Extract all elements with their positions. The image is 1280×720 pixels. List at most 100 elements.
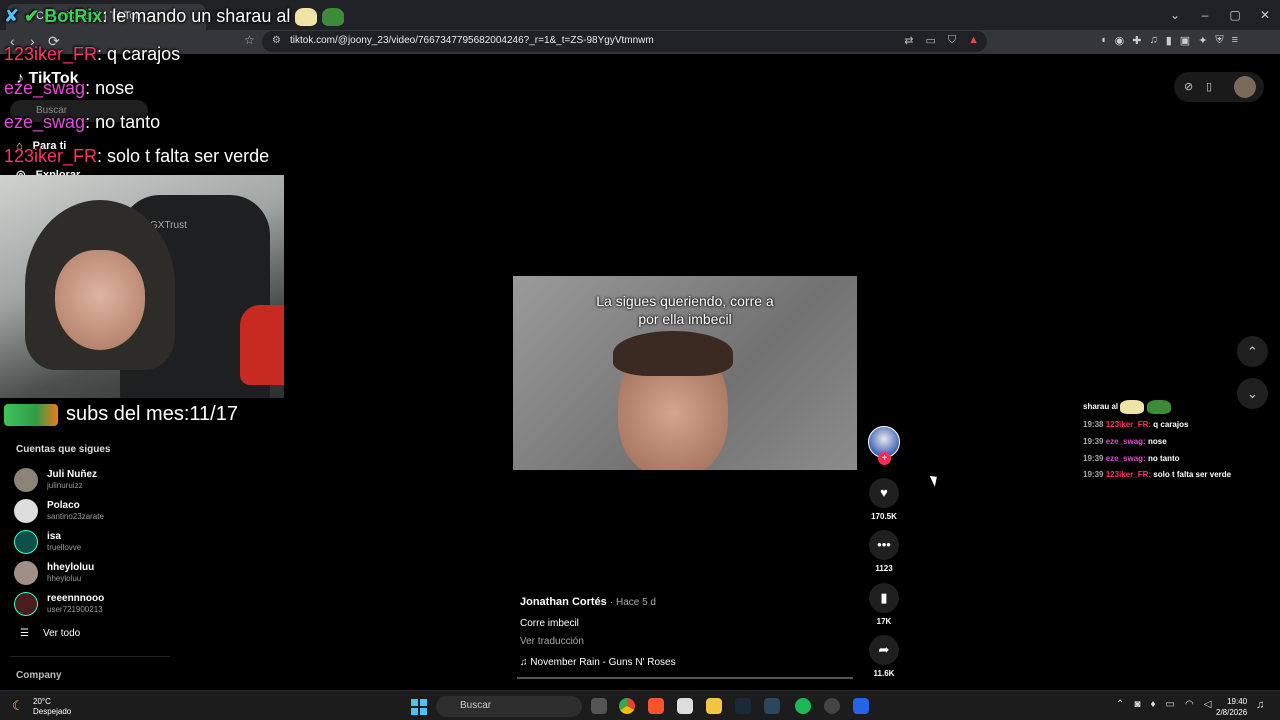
bookmark-icon: ▮ — [869, 583, 899, 613]
comment-count: 1123 — [875, 564, 893, 573]
spotify-icon[interactable] — [795, 698, 811, 714]
account-name: reeennnooo — [47, 593, 105, 604]
rewards-icon[interactable]: ▲ — [968, 34, 979, 47]
task-view-icon[interactable] — [591, 698, 607, 714]
save-button[interactable]: ▮ 17K — [866, 583, 902, 626]
account-handle: santino23zarate — [47, 512, 104, 521]
chrome-icon[interactable] — [619, 698, 635, 714]
close-button[interactable]: ✕ — [1250, 0, 1280, 30]
account-handle: truellovve — [47, 543, 82, 552]
video-progress-bar[interactable] — [517, 677, 853, 679]
share-button[interactable]: ➦ 11.6K — [866, 635, 902, 678]
top-right-toolbar: ⊘ ▯ — [1174, 72, 1264, 102]
monitor-icon[interactable]: ▭ — [1166, 699, 1175, 710]
company-link[interactable]: Company — [16, 670, 62, 681]
network-icon[interactable]: ◠ — [1185, 699, 1194, 710]
compass-icon[interactable]: ⊘ — [1184, 80, 1193, 93]
emote-icon — [295, 8, 318, 27]
sidebar-icon[interactable]: ▮ — [1166, 34, 1172, 47]
chat-time: 19:39 — [1083, 454, 1104, 463]
webcam-feed: GXTrust — [0, 175, 284, 398]
steam-alt-icon[interactable] — [764, 698, 780, 714]
overlay-chat-line: eze_swag: no tanto — [4, 112, 160, 133]
chat-message: : le mando un sharau al — [102, 6, 291, 26]
chat-message: no tanto — [1147, 454, 1180, 463]
side-chat-header: sharau al — [1083, 400, 1171, 414]
chat-username: 123iker_FR: — [1105, 420, 1152, 429]
puzzle-icon[interactable]: ✚ — [1132, 34, 1141, 47]
clock-time: 19:40 — [1227, 697, 1248, 706]
bell-icon[interactable]: ♫ — [1256, 699, 1264, 711]
app-icon[interactable] — [853, 698, 869, 714]
vpn-icon[interactable]: ⛨ — [1215, 34, 1223, 47]
verified-icon: ✔ — [24, 6, 40, 26]
wallet-icon[interactable]: ▣ — [1180, 34, 1190, 47]
audio-icon[interactable]: ◖ — [1100, 34, 1107, 47]
bookmark-icon[interactable]: ☆ — [244, 33, 255, 47]
shield-icon[interactable]: ⛉ — [948, 34, 956, 47]
menu-icon[interactable]: ≡ — [1232, 34, 1238, 47]
chat-message: : q carajos — [97, 44, 181, 64]
video-description: Corre imbecil — [520, 618, 579, 629]
account-item[interactable]: hheyloluu hheyloluu — [14, 561, 214, 587]
like-button[interactable]: ♥ 170.5K — [866, 478, 902, 521]
tab-search-button[interactable]: ⌄ — [1160, 0, 1190, 30]
clock[interactable]: 19:40 2/8/2026 — [1216, 696, 1247, 718]
brave-icon[interactable] — [648, 698, 664, 714]
obs-icon[interactable] — [824, 698, 840, 714]
follow-plus-icon[interactable]: + — [878, 452, 891, 465]
url-text[interactable]: tiktok.com/@joony_23/video/7667347795682… — [290, 35, 654, 46]
mic-icon[interactable]: ♦ — [1150, 699, 1155, 710]
video-info: Jonathan Cortés · Hace 5 d Corre imbecil… — [520, 596, 860, 668]
extension-icon[interactable]: ◉ — [1115, 34, 1125, 47]
site-info-icon[interactable]: ⚙ — [272, 35, 281, 46]
previous-video-button[interactable]: ⌃ — [1237, 336, 1268, 367]
chat-time: 19:38 — [1083, 420, 1104, 429]
translate-icon[interactable]: ⇄ — [904, 34, 913, 47]
translate-button[interactable]: Ver traducción — [520, 636, 584, 647]
chevron-up-icon[interactable]: ⌃ — [1116, 699, 1124, 710]
file-explorer-icon[interactable] — [706, 698, 722, 714]
chat-username: BotRix — [44, 6, 103, 26]
steam-icon[interactable] — [735, 698, 751, 714]
video-player[interactable]: La sigues queriendo, corre a por ella im… — [513, 276, 857, 470]
share-icon: ➦ — [869, 635, 899, 665]
music-icon[interactable]: ♫ — [1149, 34, 1157, 47]
start-button[interactable] — [411, 699, 427, 715]
music-title: November Rain - Guns N' Roses — [530, 657, 676, 668]
red-cushion — [240, 305, 284, 385]
comment-button[interactable]: ••• 1123 — [866, 530, 902, 573]
overlay-chat-line: 123iker_FR: q carajos — [4, 44, 180, 65]
phone-icon[interactable]: ▯ — [1206, 80, 1212, 93]
volume-icon[interactable]: ◁ — [1204, 699, 1212, 710]
music-link[interactable]: ♫ November Rain - Guns N' Roses — [520, 657, 676, 668]
next-video-button[interactable]: ⌄ — [1237, 378, 1268, 409]
system-tray: ⌃ ◙ ♦ ▭ ◠ ◁ — [1116, 699, 1211, 710]
comment-icon: ••• — [869, 530, 899, 560]
discord-icon[interactable]: ◙ — [1134, 699, 1140, 710]
taskbar-search[interactable]: Buscar — [436, 696, 582, 717]
chat-time: 19:39 — [1083, 470, 1104, 479]
weather-widget[interactable]: 20°C Despejado — [33, 697, 71, 717]
see-all-button[interactable]: ☰ Ver todo — [20, 628, 80, 639]
money-icon — [4, 403, 58, 426]
heart-icon: ♥ — [869, 478, 899, 508]
account-handle: user721900213 — [47, 605, 103, 614]
cast-icon[interactable]: ▭ — [925, 34, 935, 47]
video-caption-line: La sigues queriendo, corre a — [596, 293, 774, 309]
chevron-up-icon: ⌃ — [1247, 344, 1258, 359]
leo-icon[interactable]: ✦ — [1198, 34, 1207, 47]
maximize-button[interactable]: ▢ — [1220, 0, 1250, 30]
subs-counter: subs del mes:11/17 — [4, 403, 238, 426]
profile-avatar[interactable] — [1234, 76, 1256, 98]
account-item[interactable]: reeennnooo user721900213 — [14, 592, 214, 618]
account-item[interactable]: Juli Nuñez julinuruizz — [14, 468, 214, 494]
pepe-emote-icon — [322, 8, 345, 27]
minimize-button[interactable]: – — [1190, 0, 1220, 30]
address-bar[interactable]: ⚙ tiktok.com/@joony_23/video/76673477956… — [262, 31, 987, 52]
account-name: Juli Nuñez — [47, 469, 98, 480]
account-item[interactable]: isa truellovve — [14, 530, 214, 556]
video-author[interactable]: Jonathan Cortés · Hace 5 d — [520, 596, 860, 608]
account-item[interactable]: Polaco santino23zarate — [14, 499, 214, 525]
store-icon[interactable] — [677, 698, 693, 714]
